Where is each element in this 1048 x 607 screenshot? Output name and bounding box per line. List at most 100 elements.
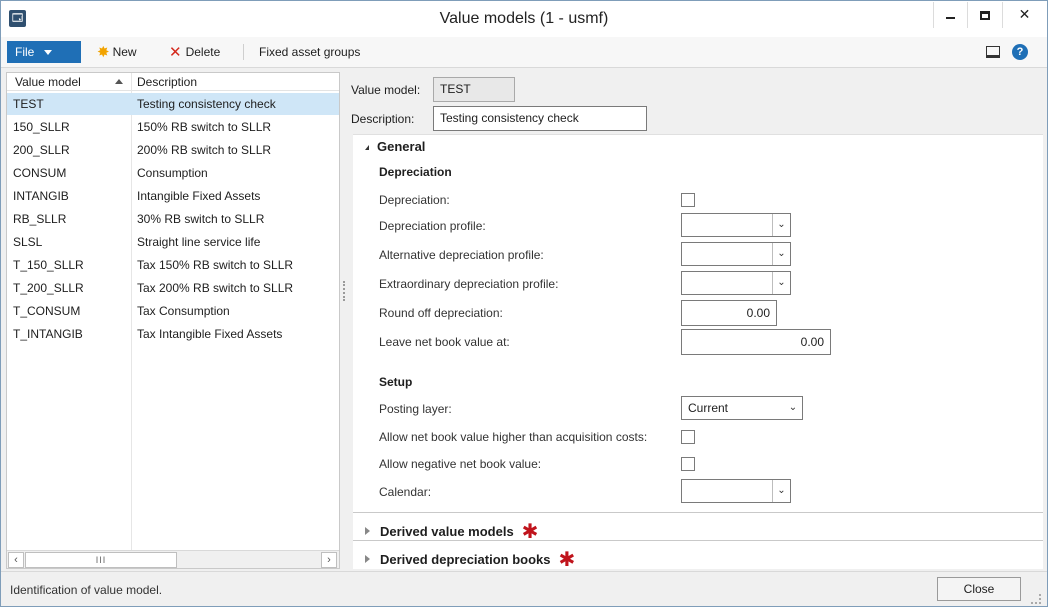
maximize-button[interactable] <box>967 2 1001 28</box>
posting-layer-value: Current <box>688 401 729 415</box>
toolbar-separator <box>243 44 244 60</box>
value-model-field[interactable]: TEST <box>433 77 515 102</box>
chevron-down-icon <box>44 50 53 56</box>
minimize-button[interactable] <box>933 2 967 28</box>
close-window-button[interactable]: ✕ <box>1002 2 1046 28</box>
title-bar: 🗔 Value models (1 - usmf) ✕ <box>1 1 1047 37</box>
grid-header: Value model Description <box>7 73 339 91</box>
status-bar: Identification of value model. Close <box>1 571 1047 606</box>
alt-depreciation-profile-label: Alternative depreciation profile: <box>379 248 544 262</box>
leave-nbv-field[interactable]: 0.00 <box>681 329 831 355</box>
depreciation-profile-dropdown[interactable]: ⌄ <box>681 213 791 237</box>
chevron-down-icon: ⌄ <box>772 272 790 294</box>
description-field[interactable]: Testing consistency check <box>433 106 647 131</box>
file-label: File <box>15 45 35 59</box>
column-header-value-model[interactable]: Value model <box>15 75 81 89</box>
help-icon[interactable]: ? <box>1012 44 1028 60</box>
delete-button[interactable]: ✕ Delete <box>169 42 220 62</box>
table-row[interactable]: 200_SLLR 200% RB switch to SLLR <box>7 139 339 161</box>
derived-depreciation-books-label: Derived depreciation books <box>380 552 551 567</box>
allow-nbv-higher-label: Allow net book value higher than acquisi… <box>379 430 648 444</box>
collapse-icon <box>365 145 369 150</box>
cell-description: Tax 200% RB switch to SLLR <box>137 281 294 295</box>
depreciation-checkbox[interactable] <box>681 193 695 207</box>
fixed-asset-groups-button[interactable]: Fixed asset groups <box>259 42 360 62</box>
window-title: Value models (1 - usmf) <box>439 10 609 27</box>
detail-pane: Value model: TEST Description: Testing c… <box>347 72 1043 571</box>
delete-label: Delete <box>185 45 221 59</box>
setup-group-title: Setup <box>379 375 413 389</box>
derived-depreciation-books-header: Derived depreciation books ✱ <box>365 547 575 572</box>
depreciation-group-title: Depreciation <box>379 165 452 179</box>
extra-depreciation-profile-dropdown[interactable]: ⌄ <box>681 271 791 295</box>
cell-value-model: 150_SLLR <box>13 120 70 134</box>
cell-value-model: RB_SLLR <box>13 212 67 226</box>
scroll-left-icon[interactable]: ‹ <box>8 552 24 568</box>
chevron-down-icon: ⌄ <box>772 480 790 502</box>
file-menu-button[interactable]: File <box>7 41 81 63</box>
derived-depreciation-books-fasttab[interactable]: Derived depreciation books ✱ <box>353 540 1043 571</box>
status-text: Identification of value model. <box>10 583 163 597</box>
allow-negative-nbv-checkbox[interactable] <box>681 457 695 471</box>
table-row[interactable]: T_CONSUM Tax Consumption <box>7 300 339 322</box>
round-off-label: Round off depreciation: <box>379 306 503 320</box>
value-models-window: 🗔 Value models (1 - usmf) ✕ File ✸ New ✕ D… <box>0 0 1048 607</box>
derived-value-models-fasttab[interactable]: Derived value models ✱ <box>353 512 1043 543</box>
description-label: Description: <box>351 112 415 126</box>
cell-value-model: SLSL <box>13 235 43 249</box>
value-model-label: Value model: <box>351 83 421 97</box>
round-off-field[interactable]: 0.00 <box>681 300 777 326</box>
cell-description: Tax Consumption <box>137 304 230 318</box>
value-model-grid: Value model Description TEST Testing cons… <box>6 72 340 569</box>
table-row[interactable]: 150_SLLR 150% RB switch to SLLR <box>7 116 339 138</box>
chevron-down-icon: ⌄ <box>772 214 790 236</box>
allow-negative-nbv-label: Allow negative net book value: <box>379 457 542 471</box>
table-row[interactable]: CONSUM Consumption <box>7 162 339 184</box>
table-row[interactable]: INTANGIB Intangible Fixed Assets <box>7 185 339 207</box>
horizontal-scrollbar[interactable]: ‹ III › <box>7 550 339 568</box>
table-row[interactable]: T_150_SLLR Tax 150% RB switch to SLLR <box>7 254 339 276</box>
table-row[interactable]: SLSL Straight line service life <box>7 231 339 253</box>
new-button[interactable]: ✸ New <box>97 42 137 62</box>
cell-value-model: T_CONSUM <box>13 304 81 318</box>
calendar-label: Calendar: <box>379 485 432 499</box>
sort-ascending-icon <box>115 79 123 84</box>
column-header-description[interactable]: Description <box>137 75 197 89</box>
cell-description: Testing consistency check <box>137 97 276 111</box>
scroll-right-icon[interactable]: › <box>321 552 337 568</box>
cell-description: Intangible Fixed Assets <box>137 189 261 203</box>
table-row[interactable]: RB_SLLR 30% RB switch to SLLR <box>7 208 339 230</box>
table-row[interactable]: T_INTANGIB Tax Intangible Fixed Assets <box>7 323 339 345</box>
depreciation-profile-label: Depreciation profile: <box>379 219 486 233</box>
cell-value-model: TEST <box>13 97 44 111</box>
chevron-down-icon: ⌄ <box>788 402 798 413</box>
pane-splitter[interactable] <box>343 281 345 301</box>
action-pane: File ✸ New ✕ Delete Fixed asset groups ? <box>1 37 1047 68</box>
cell-value-model: 200_SLLR <box>13 143 70 157</box>
cell-value-model: INTANGIB <box>13 189 69 203</box>
cell-description: 200% RB switch to SLLR <box>137 143 272 157</box>
layout-icon[interactable] <box>986 46 1000 58</box>
general-fasttab-header[interactable]: General <box>365 139 425 154</box>
required-star-icon: ✱ <box>558 549 576 571</box>
cell-description: 30% RB switch to SLLR <box>137 212 265 226</box>
calendar-dropdown[interactable]: ⌄ <box>681 479 791 503</box>
alt-depreciation-profile-dropdown[interactable]: ⌄ <box>681 242 791 266</box>
cell-value-model: T_INTANGIB <box>13 327 83 341</box>
expand-icon <box>365 527 370 535</box>
expand-icon <box>365 555 370 563</box>
new-star-icon: ✸ <box>97 44 110 61</box>
table-row[interactable]: TEST Testing consistency check <box>7 93 339 115</box>
cell-description: 150% RB switch to SLLR <box>137 120 272 134</box>
cell-value-model: T_200_SLLR <box>13 281 84 295</box>
allow-nbv-higher-checkbox[interactable] <box>681 430 695 444</box>
leave-nbv-label: Leave net book value at: <box>379 335 510 349</box>
cell-value-model: T_150_SLLR <box>13 258 84 272</box>
posting-layer-dropdown[interactable]: Current ⌄ <box>681 396 803 420</box>
scrollbar-thumb[interactable]: III <box>25 552 177 568</box>
cell-description: Tax Intangible Fixed Assets <box>137 327 283 341</box>
resize-grip-icon[interactable] <box>1031 594 1041 604</box>
table-row[interactable]: T_200_SLLR Tax 200% RB switch to SLLR <box>7 277 339 299</box>
close-button[interactable]: Close <box>937 577 1021 601</box>
cell-description: Tax 150% RB switch to SLLR <box>137 258 294 272</box>
